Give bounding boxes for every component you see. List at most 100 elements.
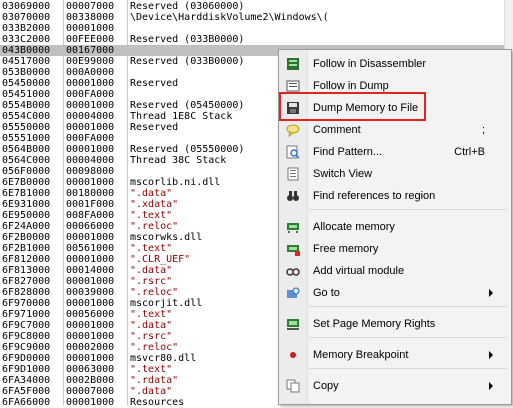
size-cell: 008FA000 (66, 210, 115, 221)
address-cell: 05451000 (2, 89, 51, 100)
table-row[interactable]: 033B2000 00001000 (0, 23, 513, 34)
size-cell: 00FEE000 (66, 34, 115, 45)
comment-icon (286, 123, 300, 138)
size-cell: 00007000 (66, 386, 115, 397)
find-pattern-icon (286, 145, 300, 159)
address-cell: 6F24A000 (2, 221, 51, 232)
address-cell: 6E931000 (2, 199, 51, 210)
menu-item-label: Memory Breakpoint (313, 349, 409, 361)
table-row[interactable]: 033C2000 00FEE000 Reserved (033B0000) (0, 34, 513, 45)
address-cell: 6F970000 (2, 298, 51, 309)
address-cell: 056F0000 (2, 166, 51, 177)
size-cell: 00001000 (66, 353, 115, 364)
size-cell: 0002B000 (66, 375, 115, 386)
info-cell: Reserved (03060000) (130, 1, 245, 12)
size-cell: 00066000 (66, 221, 115, 232)
menu-item-label: Go to (313, 287, 340, 299)
size-cell: 00063000 (66, 364, 115, 375)
menu-separator (309, 368, 507, 369)
address-cell: 053B0000 (2, 67, 51, 78)
size-cell: 00001000 (66, 232, 115, 243)
address-cell: 6E950000 (2, 210, 51, 221)
address-cell: 0554C000 (2, 111, 51, 122)
menu-separator (309, 337, 507, 338)
menu-item-free-memory[interactable]: Free memory (279, 238, 511, 260)
address-cell: 033C2000 (2, 34, 51, 45)
menu-item-shortcut: Ctrl+B (454, 146, 485, 158)
goto-icon (286, 286, 300, 300)
address-cell: 6F9D1000 (2, 364, 51, 375)
size-cell: 00001000 (66, 254, 115, 265)
breakpoint-icon (286, 348, 300, 362)
address-cell: 043B0000 (2, 45, 51, 56)
menu-item-label: Follow in Disassembler (313, 58, 427, 70)
address-cell: 6F2B0000 (2, 232, 51, 243)
address-cell: 05450000 (2, 78, 51, 89)
size-cell: 00001000 (66, 78, 115, 89)
info-cell (130, 23, 370, 34)
size-cell: 00001000 (66, 122, 115, 133)
menu-item-comment[interactable]: Comment; (279, 119, 511, 141)
menu-item-label: Copy (313, 380, 339, 392)
address-cell: 6F971000 (2, 309, 51, 320)
submenu-arrow-icon (489, 289, 493, 297)
menu-item-copy[interactable]: Copy (279, 375, 511, 397)
size-cell: 00001000 (66, 100, 115, 111)
allocate-memory-icon (286, 220, 300, 234)
address-cell: 6F827000 (2, 276, 51, 287)
size-cell: 00E99000 (66, 56, 115, 67)
address-cell: 6F2B1000 (2, 243, 51, 254)
address-cell: 6E7B1000 (2, 188, 51, 199)
menu-item-shortcut: ; (481, 124, 485, 136)
size-cell: 00001000 (66, 23, 115, 34)
menu-item-find-references-to-region[interactable]: Find references to region (279, 185, 511, 207)
menu-item-find-pattern[interactable]: Find Pattern... Ctrl+B (279, 141, 511, 163)
size-cell: 00001000 (66, 177, 115, 188)
menu-item-memory-breakpoint[interactable]: Memory Breakpoint (279, 344, 511, 366)
table-row[interactable]: 03070000 00338000 \Device\HarddiskVolume2\… (0, 12, 513, 23)
address-cell: 6F9D0000 (2, 353, 51, 364)
size-cell: 00098000 (66, 166, 115, 177)
address-cell: 6F9C9000 (2, 342, 51, 353)
address-cell: 6FA66000 (2, 397, 51, 408)
menu-item-set-page-memory-rights[interactable]: Set Page Memory Rights (279, 313, 511, 335)
size-cell: 00014000 (66, 265, 115, 276)
free-memory-icon (286, 242, 300, 256)
menu-separator (309, 209, 507, 210)
size-cell: 000FA000 (66, 89, 115, 100)
address-cell: 05551000 (2, 133, 51, 144)
address-cell: 6F9C8000 (2, 331, 51, 342)
binoculars-icon (286, 189, 300, 203)
menu-item-label: Set Page Memory Rights (313, 318, 436, 330)
size-cell: 00001000 (66, 276, 115, 287)
address-cell: 03070000 (2, 12, 51, 23)
menu-item-follow-in-disassembler[interactable]: Follow in Disassembler (279, 53, 511, 75)
address-cell: 6F828000 (2, 287, 51, 298)
menu-item-allocate-memory[interactable]: Allocate memory (279, 216, 511, 238)
table-row[interactable]: 03069000 00007000 Reserved (03060000) (0, 1, 513, 12)
size-cell: 00001000 (66, 298, 115, 309)
highlight-box (279, 92, 426, 121)
menu-item-switch-view[interactable]: Switch View (279, 163, 511, 185)
address-cell: 6FA34000 (2, 375, 51, 386)
address-cell: 6E7B0000 (2, 177, 51, 188)
size-cell: 00004000 (66, 111, 115, 122)
address-cell: 05550000 (2, 122, 51, 133)
menu-item-label: Find references to region (313, 190, 436, 202)
size-cell: 000FA000 (66, 133, 115, 144)
size-cell: 00004000 (66, 155, 115, 166)
menu-item-label: Allocate memory (313, 221, 395, 233)
menu-item-label: Free memory (313, 243, 379, 255)
size-cell: 000A0000 (66, 67, 115, 78)
address-cell: 6FA5F000 (2, 386, 51, 397)
size-cell: 00039000 (66, 287, 115, 298)
menu-item-go-to[interactable]: Go to (279, 282, 511, 304)
memory-rights-icon (286, 317, 300, 331)
menu-separator (309, 306, 507, 307)
copy-icon (286, 379, 300, 393)
menu-item-add-virtual-module[interactable]: Add virtual module (279, 260, 511, 282)
address-cell: 6F812000 (2, 254, 51, 265)
address-cell: 0554B000 (2, 100, 51, 111)
size-cell: 00001000 (66, 144, 115, 155)
address-cell: 6F813000 (2, 265, 51, 276)
